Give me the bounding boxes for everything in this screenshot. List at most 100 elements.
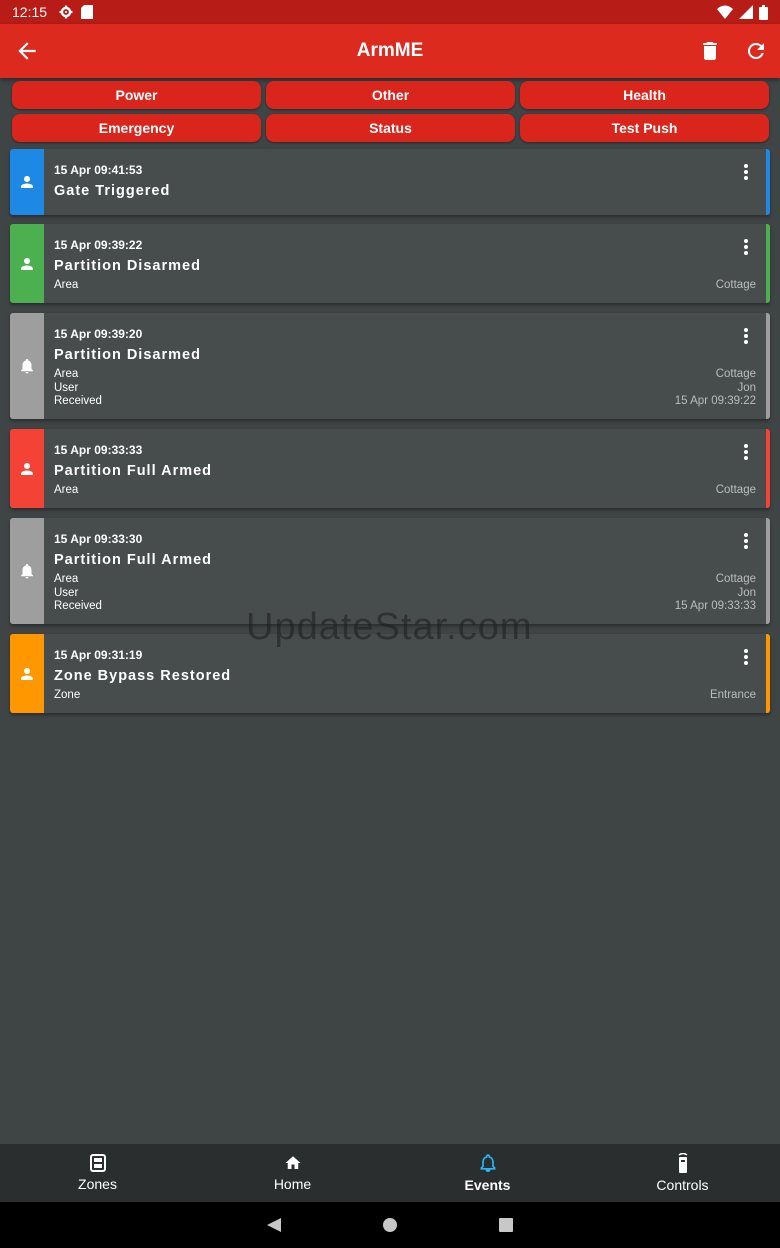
event-type-stripe bbox=[10, 634, 44, 713]
event-type-stripe bbox=[10, 224, 44, 303]
arrow-back-icon[interactable] bbox=[14, 38, 40, 64]
signal-icon bbox=[739, 5, 753, 19]
event-detail-label: Zone bbox=[54, 689, 81, 701]
event-type-stripe bbox=[10, 313, 44, 419]
more-vert-icon[interactable] bbox=[742, 238, 750, 256]
event-details: Area Cottage bbox=[54, 279, 756, 293]
wifi-icon bbox=[717, 5, 733, 19]
event-card[interactable]: 15 Apr 09:39:22 Partition Disarmed Area C… bbox=[10, 224, 770, 303]
bell-icon bbox=[21, 563, 33, 579]
app-bar: ArmME bbox=[0, 24, 780, 78]
event-card[interactable]: 15 Apr 09:39:20 Partition Disarmed Area C… bbox=[10, 313, 770, 419]
event-color-edge bbox=[766, 429, 770, 508]
bell-icon bbox=[480, 1154, 495, 1173]
event-time: 15 Apr 09:31:19 bbox=[54, 648, 143, 662]
event-detail-label: Received bbox=[54, 395, 102, 408]
event-card[interactable]: 15 Apr 09:33:33 Partition Full Armed Are… bbox=[10, 429, 770, 508]
home-icon bbox=[285, 1156, 300, 1169]
event-title: Zone Bypass Restored bbox=[54, 668, 232, 684]
event-detail-label: User bbox=[54, 586, 79, 599]
event-color-edge bbox=[766, 634, 770, 713]
event-details: Zone Entrance bbox=[54, 689, 756, 703]
bottom-navigation: Zones Home Events Controls bbox=[0, 1144, 780, 1202]
event-detail-value: Jon bbox=[737, 586, 756, 599]
event-details: Area Cottage bbox=[54, 484, 756, 498]
filter-health-button[interactable]: Health bbox=[520, 81, 769, 109]
event-card[interactable]: 15 Apr 09:41:53 Gate Triggered bbox=[10, 149, 770, 215]
event-detail-value: Jon bbox=[737, 381, 756, 394]
event-color-edge bbox=[766, 149, 770, 215]
settings-icon bbox=[59, 5, 73, 19]
status-time: 12:15 bbox=[12, 4, 48, 20]
event-color-edge bbox=[766, 518, 770, 624]
filter-power-button[interactable]: Power bbox=[12, 81, 261, 109]
nav-label: Zones bbox=[78, 1176, 117, 1192]
event-detail-row: Area Cottage bbox=[54, 368, 756, 382]
filter-button-grid: Power Other Health Emergency Status Test… bbox=[12, 81, 769, 142]
more-vert-icon[interactable] bbox=[742, 327, 750, 345]
event-detail-row: User Jon bbox=[54, 587, 756, 601]
event-detail-label: Area bbox=[54, 484, 79, 496]
event-type-stripe bbox=[10, 518, 44, 624]
more-vert-icon[interactable] bbox=[742, 163, 750, 181]
filter-test-push-button[interactable]: Test Push bbox=[520, 114, 769, 142]
back-triangle-icon[interactable] bbox=[266, 1217, 282, 1233]
trash-icon[interactable] bbox=[698, 39, 722, 63]
event-detail-label: Area bbox=[54, 573, 79, 585]
event-color-edge bbox=[766, 313, 770, 419]
event-time: 15 Apr 09:33:30 bbox=[54, 532, 143, 546]
filter-emergency-button[interactable]: Emergency bbox=[12, 114, 261, 142]
battery-icon bbox=[759, 4, 768, 20]
event-title: Partition Full Armed bbox=[54, 552, 213, 568]
person-icon bbox=[21, 667, 33, 680]
event-detail-value: 15 Apr 09:39:22 bbox=[674, 395, 756, 408]
person-icon bbox=[21, 257, 33, 270]
event-title: Partition Disarmed bbox=[54, 347, 201, 363]
event-title: Partition Disarmed bbox=[54, 258, 201, 274]
more-vert-icon[interactable] bbox=[742, 443, 750, 461]
nav-controls[interactable]: Controls bbox=[585, 1144, 780, 1202]
event-time: 15 Apr 09:41:53 bbox=[54, 163, 143, 177]
event-detail-row: Area Cottage bbox=[54, 573, 756, 587]
event-title: Partition Full Armed bbox=[54, 463, 213, 479]
refresh-icon[interactable] bbox=[744, 39, 768, 63]
nav-label: Events bbox=[464, 1177, 511, 1193]
event-detail-value: Cottage bbox=[715, 279, 756, 291]
more-vert-icon[interactable] bbox=[742, 532, 750, 550]
event-detail-row: User Jon bbox=[54, 382, 756, 396]
event-detail-label: Received bbox=[54, 600, 102, 613]
home-circle-icon[interactable] bbox=[382, 1217, 398, 1233]
event-time: 15 Apr 09:39:20 bbox=[54, 327, 143, 341]
event-time: 15 Apr 09:39:22 bbox=[54, 238, 143, 252]
filter-other-button[interactable]: Other bbox=[266, 81, 515, 109]
event-detail-label: Area bbox=[54, 279, 79, 291]
event-detail-value: 15 Apr 09:33:33 bbox=[674, 600, 756, 613]
event-details: Area Cottage User Jon Received 15 Apr 09:39:2… bbox=[54, 368, 756, 409]
more-vert-icon[interactable] bbox=[742, 648, 750, 666]
nav-events[interactable]: Events bbox=[390, 1144, 585, 1202]
event-type-stripe bbox=[10, 429, 44, 508]
event-time: 15 Apr 09:33:33 bbox=[54, 443, 143, 457]
event-detail-row: Area Cottage bbox=[54, 484, 756, 498]
bell-icon bbox=[21, 358, 33, 374]
filter-status-button[interactable]: Status bbox=[266, 114, 515, 142]
sim-card-icon bbox=[81, 5, 94, 19]
event-detail-label: User bbox=[54, 381, 79, 394]
nav-home[interactable]: Home bbox=[195, 1144, 390, 1202]
event-detail-value: Cottage bbox=[715, 368, 756, 380]
event-title: Gate Triggered bbox=[54, 183, 171, 199]
remote-icon bbox=[678, 1153, 687, 1173]
system-navigation-bar bbox=[0, 1202, 780, 1248]
watermark-text: UpdateStar.com bbox=[246, 606, 533, 648]
person-icon bbox=[21, 462, 33, 475]
event-detail-row: Received 15 Apr 09:39:22 bbox=[54, 395, 756, 409]
recents-square-icon[interactable] bbox=[498, 1217, 514, 1233]
event-detail-value: Cottage bbox=[715, 573, 756, 585]
status-bar: 12:15 bbox=[0, 0, 780, 24]
nav-zones[interactable]: Zones bbox=[0, 1144, 195, 1202]
nav-label: Controls bbox=[656, 1177, 709, 1193]
zones-icon bbox=[89, 1154, 106, 1172]
event-detail-label: Area bbox=[54, 368, 79, 380]
event-detail-value: Entrance bbox=[709, 689, 756, 701]
event-type-stripe bbox=[10, 149, 44, 215]
